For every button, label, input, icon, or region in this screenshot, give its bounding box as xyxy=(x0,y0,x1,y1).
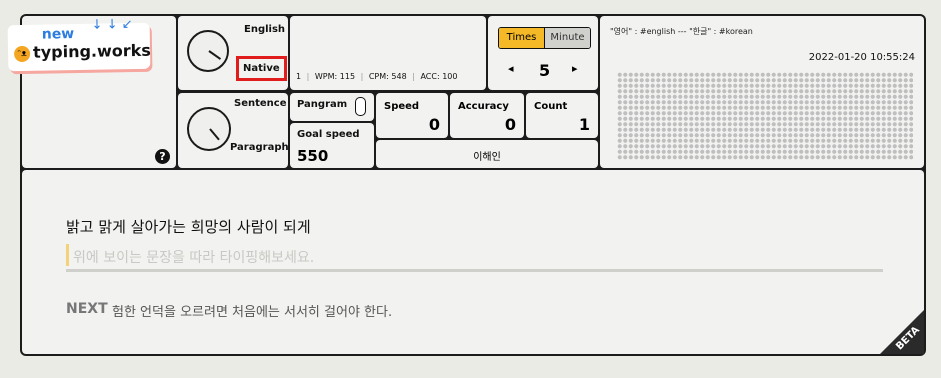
next-sentence: 험한 언덕을 오르려면 처음에는 서서히 걸어야 한다. xyxy=(112,305,393,320)
stats-panel: 1 | WPM: 115 | CPM: 548 | ACC: 100 xyxy=(290,16,486,90)
logo-brand: typing.works xyxy=(32,40,151,62)
sentence-label[interactable]: Sentence xyxy=(234,98,287,109)
speed-panel: Speed 0 xyxy=(376,93,448,138)
count-panel: Count 1 xyxy=(526,93,598,138)
pangram-toggle[interactable] xyxy=(355,97,366,116)
mode-toggle: Times Minute xyxy=(498,27,591,49)
pangram-label: Pangram xyxy=(297,99,348,110)
next-label: NEXT xyxy=(66,301,108,317)
goal-label: Goal speed xyxy=(297,129,360,140)
decrease-icon[interactable]: ◂ xyxy=(508,62,514,75)
datetime: 2022-01-20 10:55:24 xyxy=(808,52,915,63)
username: 이해인 xyxy=(473,152,501,163)
logo[interactable]: new ↓ ↓ ↙ ᵔᴥ typing.works xyxy=(7,17,151,72)
target-sentence: 밝고 맑게 살아가는 희망의 사람이 되게 xyxy=(66,218,311,236)
typing-placeholder: 위에 보이는 문장을 따라 타이핑해보세요. xyxy=(73,250,315,266)
stats-cpm: CPM: 548 xyxy=(368,72,407,81)
stats-count: 1 xyxy=(296,72,302,81)
face-icon: ᵔᴥ xyxy=(13,45,31,63)
sentence-panel: Sentence Paragraph xyxy=(178,93,289,168)
speed-value: 0 xyxy=(428,115,440,134)
logo-new: new xyxy=(41,26,75,43)
times-button[interactable]: Times xyxy=(499,28,545,48)
increase-icon[interactable]: ▸ xyxy=(572,62,578,75)
language-panel: English Native xyxy=(178,16,288,90)
help-icon[interactable]: ? xyxy=(155,149,170,164)
progress-bar xyxy=(66,269,883,272)
speed-label: Speed xyxy=(384,101,420,112)
typing-input[interactable]: 위에 보이는 문장을 따라 타이핑해보세요. xyxy=(66,244,882,266)
arrow-down-icon: ↓ ↓ ↙ xyxy=(91,17,133,33)
dot-matrix-display xyxy=(617,72,913,160)
mode-panel: Times Minute ◂ 5 ▸ xyxy=(488,16,598,90)
native-label[interactable]: Native xyxy=(236,56,287,81)
paragraph-label[interactable]: Paragraph xyxy=(230,142,289,153)
language-hint: "영어" : #english --- "한글" : #korean xyxy=(610,27,753,36)
language-knob[interactable] xyxy=(187,30,229,72)
english-label[interactable]: English xyxy=(244,24,285,35)
accuracy-value: 0 xyxy=(504,115,516,134)
sentence-knob[interactable] xyxy=(187,107,231,151)
accuracy-label: Accuracy xyxy=(458,101,509,112)
mode-value: 5 xyxy=(539,61,551,80)
stats-acc: ACC: 100 xyxy=(420,72,458,81)
accuracy-panel: Accuracy 0 xyxy=(450,93,524,138)
help-icon-glyph: ? xyxy=(159,150,166,163)
count-label: Count xyxy=(534,101,568,112)
pangram-panel: Pangram xyxy=(290,93,374,121)
typing-panel: 밝고 맑게 살아가는 희망의 사람이 되게 위에 보이는 문장을 따라 타이핑해… xyxy=(22,170,924,354)
username-panel: 이해인 xyxy=(376,140,598,168)
minute-button[interactable]: Minute xyxy=(545,28,590,48)
goal-value[interactable]: 550 xyxy=(297,147,328,165)
count-value: 1 xyxy=(578,115,590,134)
stats-wpm: WPM: 115 xyxy=(314,72,356,81)
stats-line: 1 | WPM: 115 | CPM: 548 | ACC: 100 xyxy=(296,72,458,81)
goal-panel: Goal speed 550 xyxy=(290,123,374,168)
